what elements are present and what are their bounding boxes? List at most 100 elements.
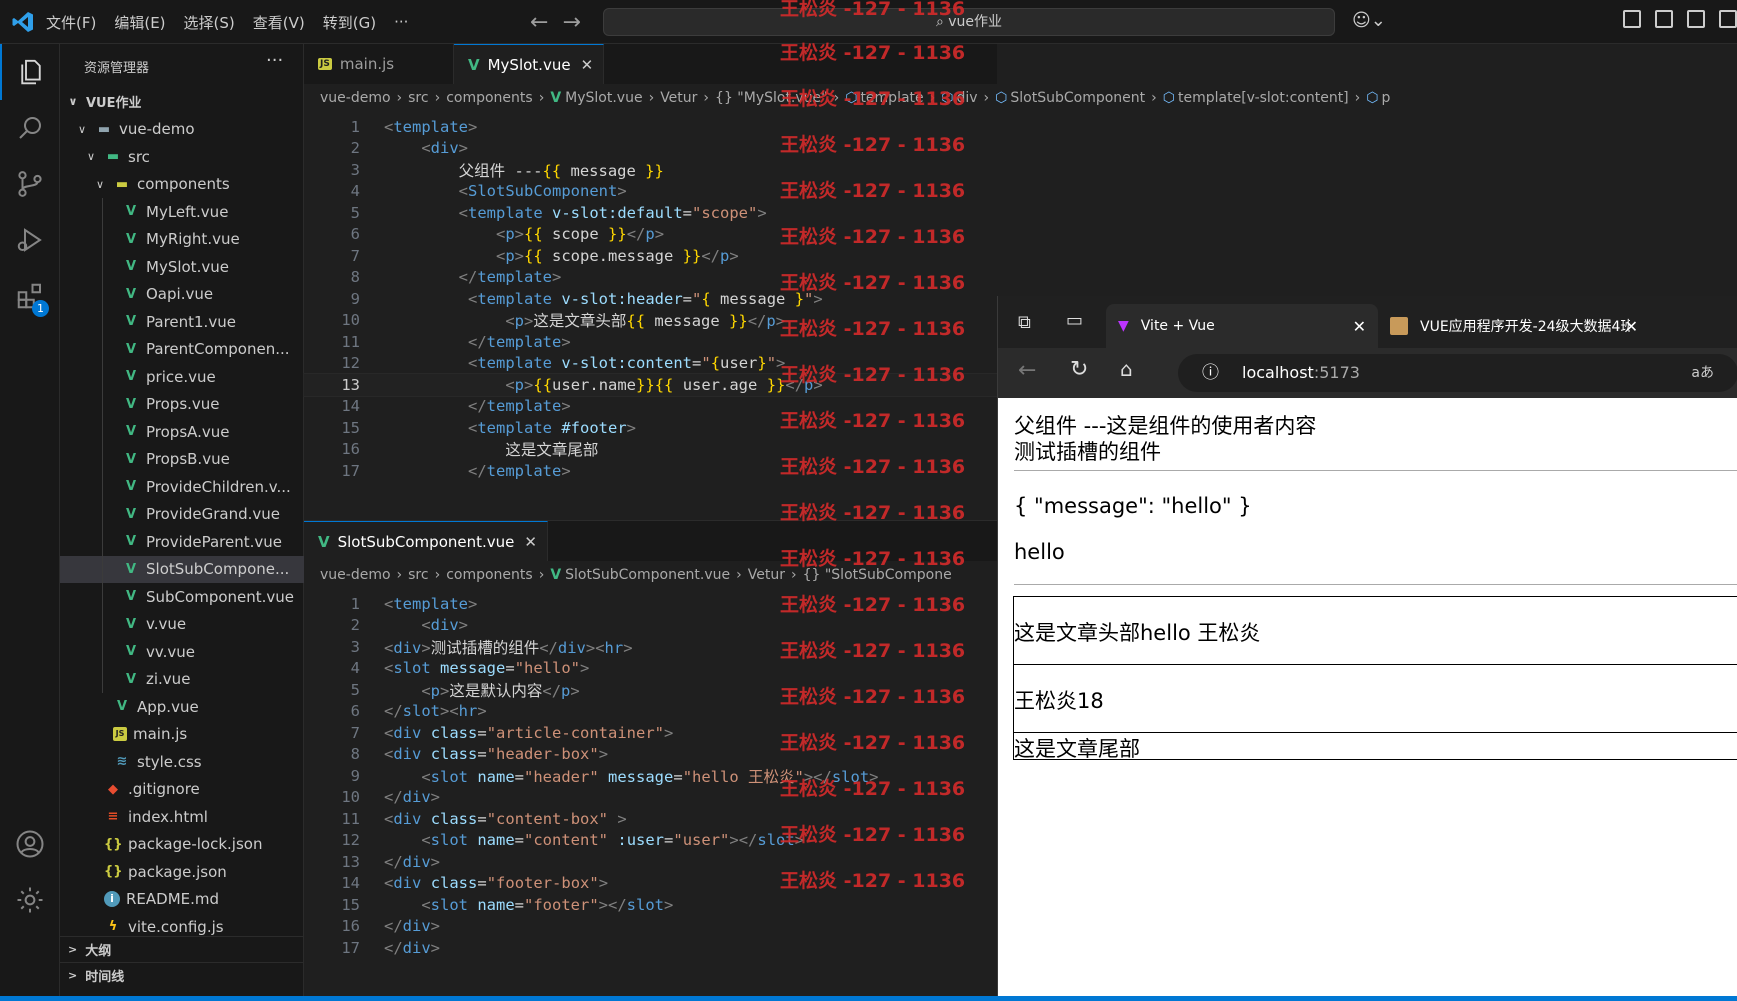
crumb[interactable]: vue-demo [320,90,391,106]
workspaces-icon[interactable]: ⧉ [1018,312,1031,333]
vue-icon: V [125,341,137,357]
tree-item[interactable]: V SubComponent.vue [60,583,304,611]
tree-item[interactable]: V App.vue [60,693,304,721]
menu-go[interactable]: 转到(G) [323,12,376,33]
tree-item-label: vite.config.js [128,917,224,936]
vue-icon: V [125,506,137,522]
tab-actions-icon[interactable]: ▭ [1066,310,1083,331]
tree-item[interactable]: {} package.json [60,858,304,886]
menu-more[interactable]: ··· [394,13,408,31]
accounts-activity[interactable] [0,816,60,872]
tree-item[interactable]: ∨ ▬ vue-demo [60,116,304,144]
indent-guide [102,390,103,418]
tree-item[interactable]: Vvv.vue [60,638,304,666]
tab-main-js[interactable]: JS main.js [304,44,454,84]
crumb[interactable]: SlotSubComponent [1010,90,1145,106]
copilot-icon[interactable]: ☺⌄ [1352,10,1386,31]
tree-item[interactable]: Vzi.vue [60,665,304,693]
run-debug-activity[interactable] [0,212,60,268]
close-icon[interactable]: ✕ [1353,317,1366,336]
tree-item-label: style.css [137,752,202,771]
vue-icon: V [468,55,480,74]
crumb[interactable]: vue-demo [320,567,391,583]
tree-item[interactable]: i README.md [60,886,304,914]
timeline-section[interactable]: > 时间线 [60,962,304,988]
tree-item[interactable]: Vv.vue [60,610,304,638]
vue-icon: V [125,479,137,495]
toggle-secondary-sidebar-icon[interactable] [1719,10,1737,28]
translate-icon[interactable]: aあ [1691,354,1714,392]
crumb[interactable]: SlotSubComponent.vue [565,567,730,583]
close-icon[interactable]: ✕ [524,533,537,551]
tree-item[interactable]: ◆ .gitignore [60,776,304,804]
tree-item[interactable]: ≡ index.html [60,803,304,831]
crumb[interactable]: src [408,90,428,106]
tree-item[interactable]: V SlotSubCompone... [60,555,304,583]
tab-myslot-vue[interactable]: V MySlot.vue ✕ [454,44,604,84]
search-activity[interactable] [0,100,60,156]
customize-layout-icon[interactable] [1623,10,1641,28]
tree-item[interactable]: JS main.js [60,721,304,749]
close-icon[interactable]: ✕ [581,56,594,74]
tree-item[interactable]: {} package-lock.json [60,831,304,859]
browser-tab-course[interactable]: VUE应用程序开发-24级大数据4班 ✕ [1378,304,1650,348]
home-icon[interactable]: ⌂ [1120,357,1133,381]
tree-item[interactable]: ∨ ▬ components [60,171,304,199]
browser-tab-vite[interactable]: ▼ Vite + Vue ✕ [1106,304,1378,348]
extensions-activity[interactable]: 1 [0,268,60,324]
header-text: 这是文章头部hello 王松炎 [1014,621,1261,645]
tree-item[interactable]: V Parent1.vue [60,308,304,336]
tree-item[interactable]: V ProvideGrand.vue [60,500,304,528]
crumb[interactable]: components [446,567,533,583]
toggle-sidebar-icon[interactable] [1655,10,1673,28]
tree-item[interactable]: ≋ style.css [60,748,304,776]
tree-item[interactable]: V ParentComponen... [60,335,304,363]
tree-item-label: price.vue [146,367,216,386]
tree-item[interactable]: V MyLeft.vue [60,198,304,226]
tree-item[interactable]: ∨ ▬ src [60,143,304,171]
indent-guide [102,280,103,308]
indent-guide [102,225,103,253]
browser-tab-bar: ⧉ ▭ ▼ Vite + Vue ✕ VUE应用程序开发-24级大数据4班 ✕ [998,296,1737,348]
back-icon[interactable]: ← [1018,358,1036,383]
command-center-search[interactable]: ⌕ vue作业 [603,8,1335,36]
tree-item[interactable]: V ProvideChildren.v... [60,473,304,501]
manage-activity[interactable] [0,872,60,928]
tab-slotsubcomponent-vue[interactable]: V SlotSubComponent.vue ✕ [304,521,548,561]
source-control-activity[interactable] [0,156,60,212]
tree-item[interactable]: V MyRight.vue [60,225,304,253]
tree-item[interactable]: V MySlot.vue [60,253,304,281]
crumb[interactable]: template[v-slot:content] [1178,90,1349,106]
tree-item[interactable]: V Oapi.vue [60,280,304,308]
workspace-root[interactable]: ∨ VUE作业 [60,88,304,116]
explorer-activity[interactable] [0,44,60,100]
explorer-more-button[interactable]: ··· [266,50,283,71]
forward-arrow-icon[interactable]: → [562,10,580,35]
outline-section[interactable]: > 大纲 [60,936,304,962]
tree-item[interactable]: V PropsA.vue [60,418,304,446]
back-arrow-icon[interactable]: ← [530,10,548,35]
site-info-icon[interactable]: ⓘ [1202,354,1219,392]
tree-item-label: Props.vue [146,395,220,414]
crumb[interactable]: Vetur [660,90,697,106]
close-icon[interactable]: ✕ [1625,317,1638,336]
address-bar[interactable]: ⓘ localhost:5173 aあ [1178,354,1737,392]
indent-guide [102,500,103,528]
menu-selection[interactable]: 选择(S) [184,12,235,33]
watermark-text: 王松炎 -127 - 1136 [780,226,966,248]
crumb[interactable]: src [408,567,428,583]
menu-view[interactable]: 查看(V) [253,12,305,33]
toggle-panel-icon[interactable] [1687,10,1705,28]
crumb[interactable]: MySlot.vue [565,90,642,106]
indent-guide [102,610,103,638]
crumb[interactable]: p [1381,90,1390,106]
reload-icon[interactable]: ↻ [1070,357,1088,382]
crumb[interactable]: components [446,90,533,106]
tree-item[interactable]: V PropsB.vue [60,445,304,473]
tree-item[interactable]: V ProvideParent.vue [60,528,304,556]
tree-item[interactable]: V Props.vue [60,390,304,418]
tree-item[interactable]: Vprice.vue [60,363,304,391]
menu-file[interactable]: 文件(F) [46,12,96,33]
menu-edit[interactable]: 编辑(E) [114,12,165,33]
tree-item-label: Oapi.vue [146,285,214,304]
